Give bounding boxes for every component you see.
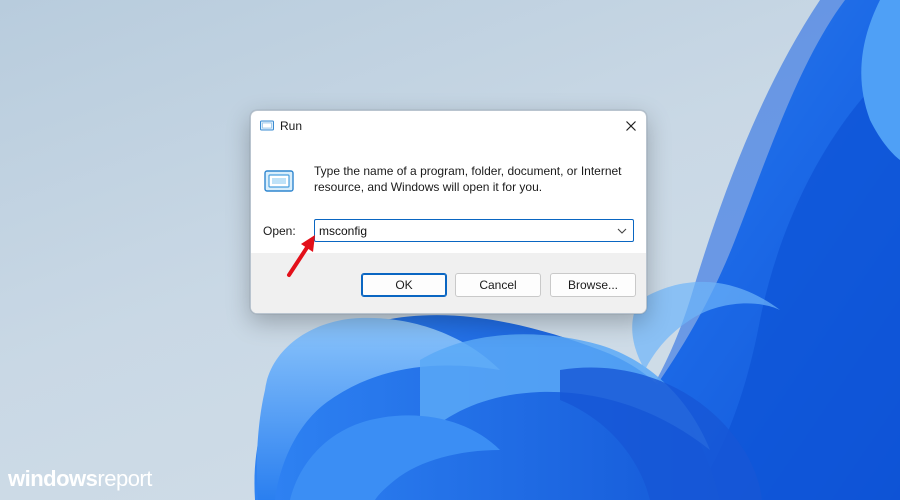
cancel-button[interactable]: Cancel (455, 273, 541, 297)
run-program-icon (264, 170, 294, 192)
close-icon (626, 121, 636, 131)
watermark-part1: windows (8, 466, 98, 491)
chevron-down-icon (617, 228, 627, 234)
open-input[interactable] (315, 220, 611, 241)
annotation-arrow-icon (287, 235, 315, 277)
ok-button[interactable]: OK (361, 273, 447, 297)
dialog-title: Run (280, 119, 303, 133)
instruction-text: Type the name of a program, folder, docu… (314, 164, 622, 194)
run-app-icon (260, 120, 274, 131)
run-dialog: Run Type the name of a program, folder, … (250, 110, 647, 314)
title-bar[interactable]: Run (251, 111, 646, 141)
browse-button[interactable]: Browse... (550, 273, 636, 297)
close-button[interactable] (616, 111, 646, 141)
watermark-logo: windowsreport (8, 466, 152, 492)
watermark-part2: report (97, 466, 152, 491)
dropdown-button[interactable] (611, 220, 633, 241)
open-combobox[interactable] (314, 219, 634, 242)
